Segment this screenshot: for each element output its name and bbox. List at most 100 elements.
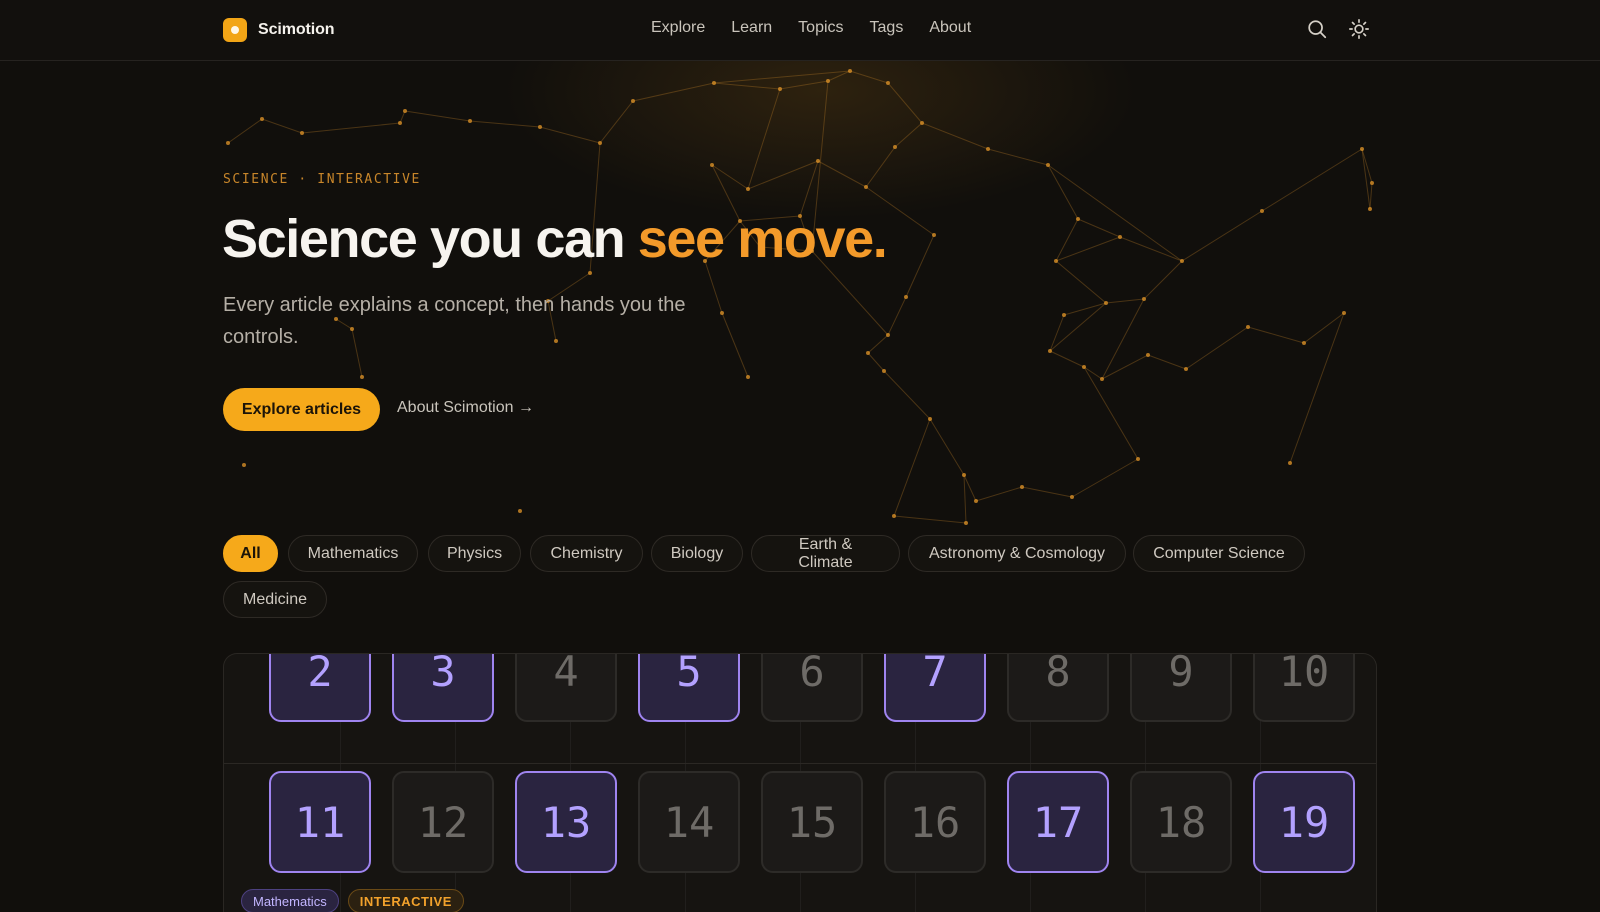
network-edge — [894, 122, 923, 148]
network-edge — [1147, 354, 1187, 370]
filter-physics[interactable]: Physics — [428, 535, 521, 572]
hero-lede: Every article explains a concept, then h… — [223, 294, 686, 348]
brand-logo[interactable]: Scimotion — [223, 17, 335, 42]
network-node — [904, 295, 908, 299]
network-node — [1048, 349, 1052, 353]
network-edge — [1055, 218, 1079, 262]
number-tile-4[interactable]: 4 — [515, 654, 617, 722]
article-tags: Mathematics INTERACTIVE — [241, 889, 464, 912]
number-tile-11[interactable]: 11 — [269, 771, 371, 873]
filter-mathematics[interactable]: Mathematics — [288, 535, 418, 572]
network-edge — [865, 146, 896, 188]
nav-explore[interactable]: Explore — [651, 19, 705, 37]
network-edge — [1105, 298, 1145, 304]
filter-chemistry[interactable]: Chemistry — [530, 535, 643, 572]
network-node — [1062, 313, 1066, 317]
number-tile-3[interactable]: 3 — [392, 654, 494, 722]
network-edge — [711, 164, 749, 190]
filter-earth-climate[interactable]: Earth & Climate — [751, 535, 900, 572]
network-edge — [963, 474, 967, 524]
filter-all[interactable]: All — [223, 535, 278, 572]
network-node — [712, 81, 716, 85]
network-node — [746, 375, 750, 379]
network-node — [1100, 377, 1104, 381]
network-edge — [1289, 312, 1345, 464]
network-edge — [1049, 350, 1085, 368]
network-edge — [1247, 326, 1305, 344]
nav-learn[interactable]: Learn — [731, 19, 772, 37]
number-tile-2[interactable]: 2 — [269, 654, 371, 722]
network-node — [1370, 181, 1374, 185]
number-tile-17[interactable]: 17 — [1007, 771, 1109, 873]
filter-biology[interactable]: Biology — [651, 535, 743, 572]
network-node — [1368, 207, 1372, 211]
number-tile-13[interactable]: 13 — [515, 771, 617, 873]
network-node — [226, 141, 230, 145]
network-edge — [817, 160, 867, 188]
network-edge — [987, 148, 1049, 166]
network-edge — [905, 234, 935, 298]
network-edge — [1361, 148, 1371, 210]
network-node — [1260, 209, 1264, 213]
number-tile-8[interactable]: 8 — [1007, 654, 1109, 722]
nav-topics[interactable]: Topics — [798, 19, 843, 37]
number-tile-10[interactable]: 10 — [1253, 654, 1355, 722]
network-node — [1184, 367, 1188, 371]
main-nav: Explore Learn Topics Tags About — [651, 19, 971, 37]
article-card[interactable]: 2 3 4 5 6 7 8 9 10 11 12 13 14 15 16 17 18 19 — [223, 653, 1377, 912]
network-edge — [1055, 236, 1121, 262]
number-tile-6[interactable]: 6 — [761, 654, 863, 722]
network-node — [1302, 341, 1306, 345]
network-node — [398, 121, 402, 125]
network-node — [778, 87, 782, 91]
filter-medicine[interactable]: Medicine — [223, 581, 327, 618]
filter-computer-science[interactable]: Computer Science — [1133, 535, 1305, 572]
explore-articles-button[interactable]: Explore articles — [223, 388, 380, 431]
number-tile-12[interactable]: 12 — [392, 771, 494, 873]
network-node — [1082, 365, 1086, 369]
number-tile-18[interactable]: 18 — [1130, 771, 1232, 873]
network-edge — [887, 296, 907, 336]
number-tile-16[interactable]: 16 — [884, 771, 986, 873]
network-node — [928, 417, 932, 421]
network-node — [864, 185, 868, 189]
network-node — [360, 375, 364, 379]
network-node — [1118, 235, 1122, 239]
number-tile-14[interactable]: 14 — [638, 771, 740, 873]
network-edge — [227, 118, 263, 144]
sun-icon[interactable] — [1348, 18, 1370, 40]
network-edge — [1261, 148, 1363, 212]
filter-astronomy-cosmology[interactable]: Astronomy & Cosmology — [908, 535, 1126, 572]
number-tile-9[interactable]: 9 — [1130, 654, 1232, 722]
number-tile-5[interactable]: 5 — [638, 654, 740, 722]
search-icon[interactable] — [1306, 18, 1328, 40]
headline-accent: see move. — [637, 209, 888, 269]
number-tile-19[interactable]: 19 — [1253, 771, 1355, 873]
network-node — [892, 514, 896, 518]
network-node — [1136, 457, 1140, 461]
nav-tags[interactable]: Tags — [870, 19, 904, 37]
network-node — [1342, 311, 1346, 315]
network-edge — [747, 88, 781, 190]
network-node — [518, 509, 522, 513]
network-edge — [867, 352, 885, 372]
tag-category[interactable]: Mathematics — [241, 889, 339, 912]
network-edge — [1185, 326, 1249, 370]
number-tile-15[interactable]: 15 — [761, 771, 863, 873]
network-node — [1020, 485, 1024, 489]
nav-about[interactable]: About — [929, 19, 971, 37]
network-node — [893, 145, 897, 149]
number-tile-7[interactable]: 7 — [884, 654, 986, 722]
network-edge — [1119, 236, 1183, 262]
network-node — [886, 333, 890, 337]
network-node — [866, 351, 870, 355]
network-edge — [883, 370, 931, 420]
network-node — [1046, 163, 1050, 167]
network-edge — [887, 82, 923, 124]
network-edge — [1303, 312, 1345, 344]
about-link[interactable]: About Scimotion → — [397, 399, 534, 417]
network-node — [1360, 147, 1364, 151]
network-edge — [1369, 182, 1373, 210]
network-edge — [1071, 458, 1139, 498]
network-node — [538, 125, 542, 129]
